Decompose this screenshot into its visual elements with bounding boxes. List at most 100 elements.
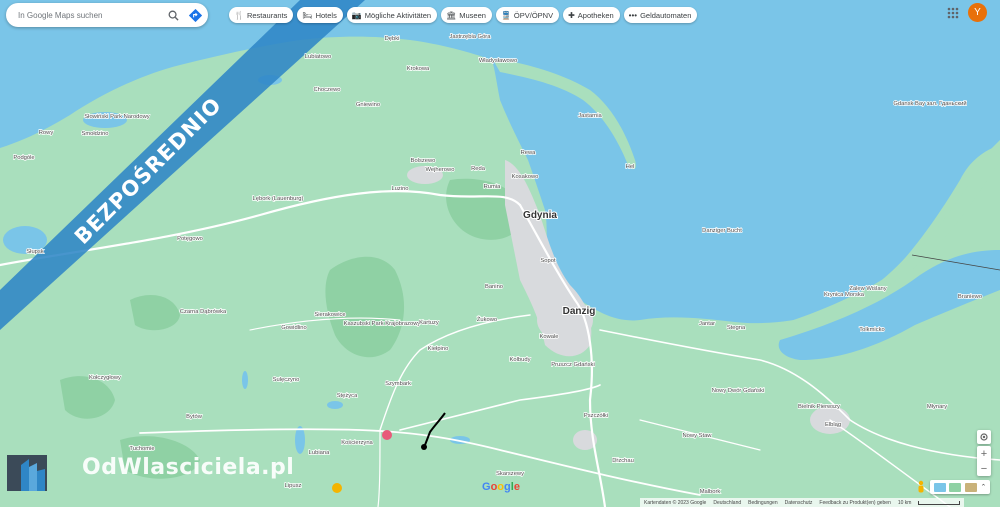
apps-grid-icon[interactable]: [946, 6, 960, 20]
place-label[interactable]: Młynary: [926, 403, 948, 410]
footer-link[interactable]: Feedback zu Produkt(en) geben: [819, 500, 890, 506]
place-label[interactable]: Banino: [484, 283, 503, 290]
place-label[interactable]: Bytów: [185, 413, 203, 420]
map-canvas[interactable]: Dębki Jastrzębia Góra Lubiatowo Krokowa Wład…: [0, 0, 1000, 507]
star-marker-icon: [332, 483, 342, 493]
zoom-in-button[interactable]: +: [977, 446, 991, 461]
place-label[interactable]: Drzchau: [612, 457, 635, 464]
place-label[interactable]: Rewa: [520, 149, 537, 156]
place-label[interactable]: Jastarnia: [578, 112, 604, 119]
place-label[interactable]: Kartuzy: [418, 319, 439, 326]
place-label[interactable]: Bolszewo: [410, 157, 436, 164]
place-label[interactable]: Rumia: [483, 183, 502, 190]
place-label[interactable]: Danziger Bucht: [701, 227, 742, 234]
place-label[interactable]: Choczewo: [313, 86, 341, 93]
location-dot: [421, 444, 427, 450]
heart-marker-icon: [382, 430, 392, 440]
search-box[interactable]: In Google Maps suchen: [6, 3, 208, 27]
place-label[interactable]: Gdansk Bay зал. Гданьский: [893, 99, 968, 107]
place-label[interactable]: Czarna Dąbrówka: [179, 308, 228, 315]
place-label[interactable]: Smołdzino: [81, 130, 109, 137]
google-logo: Google: [482, 481, 520, 493]
place-label[interactable]: Krynica Morska: [823, 291, 865, 298]
hotel-icon: 🛏: [302, 10, 313, 20]
chip-label: Museen: [459, 10, 486, 20]
chip-museen[interactable]: 🏛 Museen: [441, 7, 492, 23]
place-label[interactable]: Stegna: [726, 324, 747, 331]
expand-icon[interactable]: ⌃: [981, 483, 987, 491]
place-label[interactable]: Słowiński Park Narodowy: [84, 113, 151, 120]
place-label[interactable]: Rowy: [38, 129, 54, 136]
layer-thumb-icon[interactable]: [933, 482, 946, 492]
zoom-out-button[interactable]: −: [977, 461, 991, 476]
footer-link: Kartendaten © 2023 Google: [644, 499, 707, 506]
place-label[interactable]: Kościerzyna: [341, 439, 375, 446]
place-label[interactable]: Gowidlino: [281, 324, 308, 331]
chip-hotels[interactable]: 🛏 Hotels: [297, 7, 343, 23]
footer-link[interactable]: Bedingungen: [748, 500, 777, 506]
place-label[interactable]: Gniewino: [355, 101, 381, 108]
place-label[interactable]: Dębki: [384, 35, 400, 42]
search-input[interactable]: In Google Maps suchen: [18, 11, 164, 20]
place-label[interactable]: Kaszubski Park Krajobrazowy: [343, 320, 421, 327]
place-label[interactable]: Lubiana: [308, 449, 331, 456]
place-label[interactable]: Pszczółki: [583, 412, 609, 419]
pharmacy-icon: ✚: [568, 10, 575, 20]
place-label[interactable]: Żukowo: [476, 315, 498, 323]
place-label[interactable]: Pruszcz Gdański: [551, 361, 596, 368]
place-label[interactable]: Lubiatowo: [304, 53, 332, 60]
chip-geldautomaten[interactable]: ••• Geldautomaten: [623, 7, 698, 23]
layer-thumb-icon[interactable]: [949, 482, 962, 492]
place-label[interactable]: Jantar: [698, 320, 716, 327]
place-label[interactable]: Lipusz: [284, 482, 302, 489]
search-icon[interactable]: [164, 6, 182, 24]
place-label[interactable]: Danzig: [562, 305, 597, 318]
chip-apotheken[interactable]: ✚ Apotheken: [563, 7, 620, 23]
my-location-button[interactable]: [977, 430, 991, 444]
footer-link[interactable]: Datenschutz: [785, 500, 813, 506]
place-label[interactable]: Elbląg: [824, 421, 842, 428]
chip-restaurants[interactable]: 🍴 Restaurants: [229, 7, 294, 23]
chip-mögliche-aktivitäten[interactable]: 📷 Mögliche Aktivitäten: [346, 7, 438, 23]
place-label[interactable]: Bielnik Pierwszy: [797, 403, 840, 410]
footer-link[interactable]: Deutschland: [713, 500, 741, 506]
layers-switcher[interactable]: ⌃: [930, 480, 990, 494]
place-label[interactable]: Lębork (Lauenburg): [252, 195, 304, 202]
place-label[interactable]: Hel: [625, 163, 635, 170]
place-label[interactable]: Tuchomie: [129, 445, 156, 452]
place-label[interactable]: Słupsk: [26, 248, 45, 255]
scale-label[interactable]: 10 km: [898, 500, 912, 506]
place-label[interactable]: Nowy Dwór Gdański: [711, 387, 765, 394]
chip-öpv-öpnv[interactable]: 🚆 ÖPV/ÖPNV: [495, 7, 560, 23]
pegman-icon[interactable]: [914, 480, 928, 494]
place-label[interactable]: Potęgowo: [176, 235, 203, 242]
place-label[interactable]: Nowy Staw: [682, 432, 713, 439]
place-label[interactable]: Skarszewy: [495, 470, 525, 477]
account-avatar[interactable]: Y: [968, 3, 987, 22]
place-label[interactable]: Kiełpino: [427, 345, 449, 352]
place-label[interactable]: Malbork: [699, 488, 721, 495]
place-label[interactable]: Stężyca: [336, 392, 359, 399]
place-label[interactable]: Braniewo: [957, 293, 983, 300]
place-label[interactable]: Kosakowo: [511, 173, 539, 180]
place-label[interactable]: Sopot: [540, 257, 557, 264]
place-label[interactable]: Wejherowo: [425, 166, 455, 173]
place-label[interactable]: Tolkmicko: [859, 326, 886, 333]
place-label[interactable]: Zalew Wiślany: [849, 285, 888, 292]
place-label[interactable]: Luzino: [391, 185, 409, 192]
place-label[interactable]: Sulęczyno: [272, 376, 300, 383]
place-label[interactable]: Kolbudy: [509, 356, 531, 363]
place-label[interactable]: Reda: [470, 165, 486, 172]
layer-thumb-icon[interactable]: [964, 482, 977, 492]
place-label[interactable]: Kowale: [539, 333, 559, 340]
place-label[interactable]: Krokowa: [406, 65, 431, 72]
place-label[interactable]: Gdynia: [522, 209, 558, 222]
directions-icon[interactable]: [186, 6, 204, 24]
place-label[interactable]: Władysławowo: [478, 57, 518, 64]
place-label[interactable]: Szymbark: [384, 380, 411, 387]
place-label[interactable]: Kołczygłowy: [88, 374, 121, 381]
scale-bar: [918, 500, 961, 505]
place-label[interactable]: Podgóle: [13, 154, 36, 161]
place-label[interactable]: Sierakowice: [314, 311, 347, 318]
place-label[interactable]: Jastrzębia Góra: [449, 33, 492, 40]
